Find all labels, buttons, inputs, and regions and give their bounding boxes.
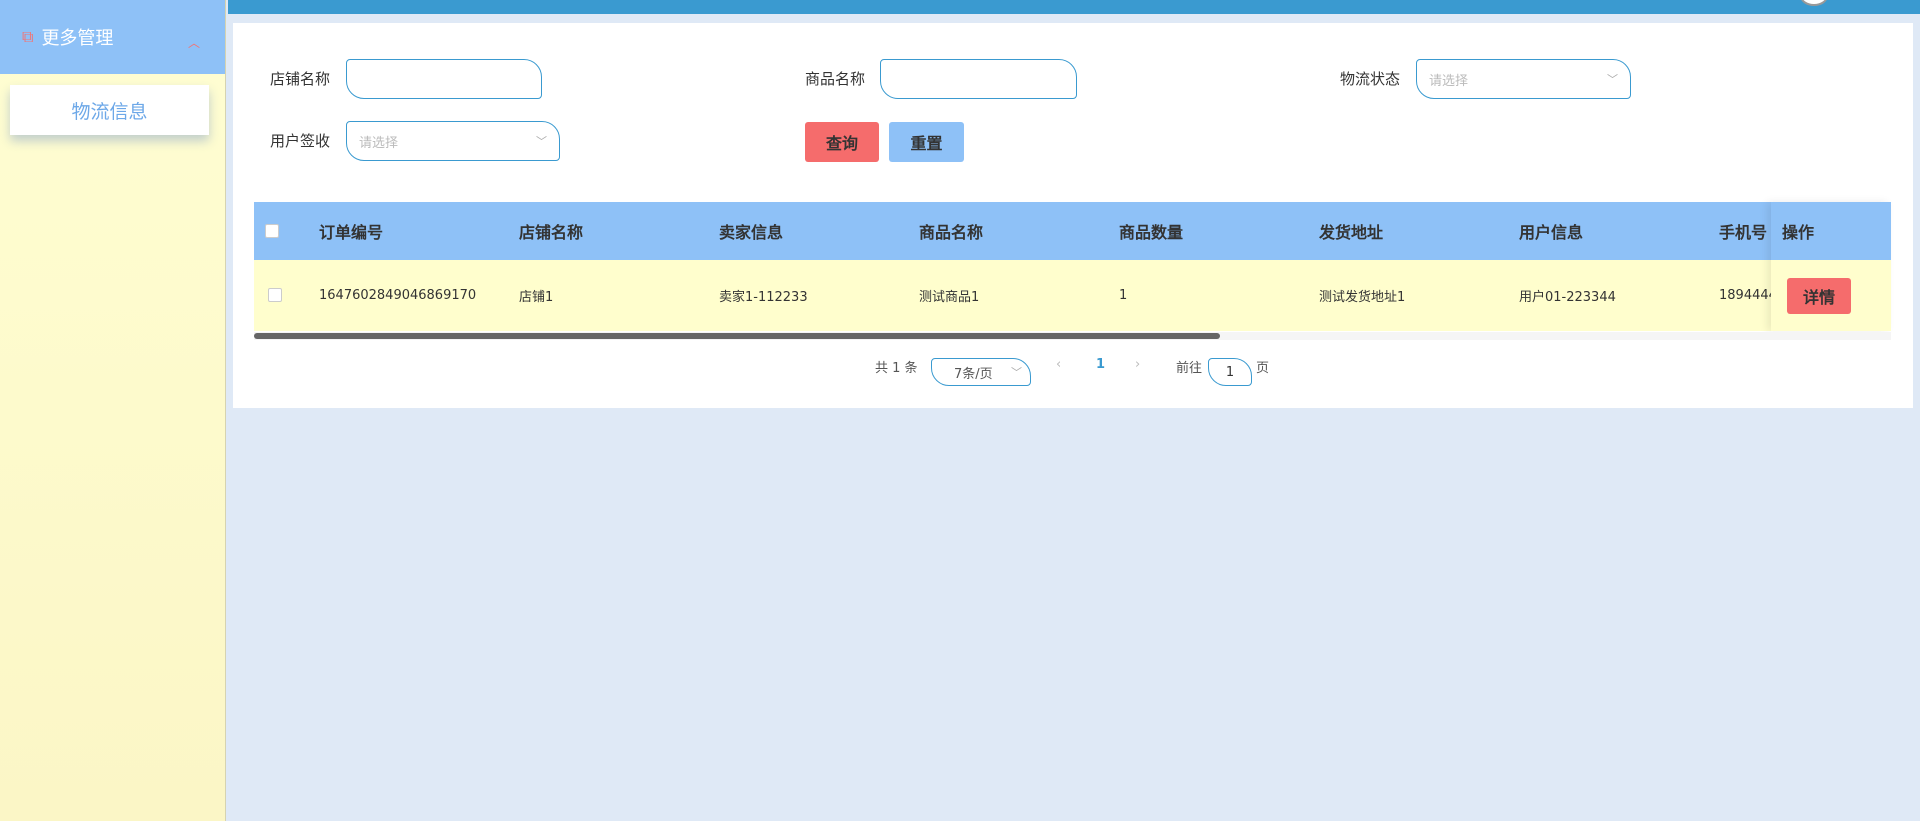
query-button[interactable]: 查询 bbox=[805, 122, 879, 162]
detail-button[interactable]: 详情 bbox=[1787, 278, 1851, 314]
goto-page-input[interactable]: 1 bbox=[1208, 358, 1252, 386]
cell-order-no: 1647602849046869170 bbox=[319, 288, 477, 303]
chevron-up-icon: ︿ bbox=[188, 36, 201, 50]
header-user-info: 用户信息 bbox=[1519, 223, 1584, 242]
operation-cell: 详情 bbox=[1771, 260, 1891, 331]
page-suffix-label: 页 bbox=[1256, 361, 1270, 376]
top-bar bbox=[228, 0, 1920, 14]
user-receipt-placeholder: 请选择 bbox=[359, 135, 399, 151]
logistics-status-placeholder: 请选择 bbox=[1429, 73, 1469, 89]
header-operation: 操作 bbox=[1771, 202, 1891, 260]
sidebar-menu-more-management[interactable]: ⧉ 更多管理 ︿ bbox=[0, 0, 225, 74]
pagination-total: 共 1 条 bbox=[875, 361, 918, 376]
row-checkbox[interactable] bbox=[268, 288, 282, 302]
scrollbar-thumb[interactable] bbox=[254, 333, 1220, 339]
chevron-down-icon: ﹀ bbox=[1011, 366, 1022, 379]
header-order-no: 订单编号 bbox=[319, 223, 384, 242]
logistics-status-label: 物流状态 bbox=[1340, 70, 1401, 88]
next-page-icon[interactable]: › bbox=[1135, 357, 1140, 372]
cell-shop-name: 店铺1 bbox=[519, 290, 554, 305]
page-size-select[interactable]: 7条/页 ﹀ bbox=[931, 358, 1031, 386]
cell-product-name: 测试商品1 bbox=[919, 290, 980, 305]
table-header: 订单编号 店铺名称 卖家信息 商品名称 商品数量 发货地址 用户信息 手机号 bbox=[254, 202, 1891, 260]
product-name-label: 商品名称 bbox=[805, 70, 866, 88]
header-ship-address: 发货地址 bbox=[1319, 223, 1384, 242]
chevron-down-icon: ﹀ bbox=[536, 135, 547, 148]
sidebar: ⧉ 更多管理 ︿ 物流信息 bbox=[0, 0, 226, 821]
header-product-name: 商品名称 bbox=[919, 223, 984, 242]
page-size-value: 7条/页 bbox=[954, 366, 993, 382]
table-horizontal-scrollbar[interactable] bbox=[254, 332, 1891, 340]
select-all-checkbox[interactable] bbox=[265, 224, 279, 238]
shop-name-label: 店铺名称 bbox=[270, 70, 331, 88]
cell-ship-address: 测试发货地址1 bbox=[1319, 290, 1406, 305]
goto-label: 前往 bbox=[1176, 361, 1203, 376]
header-phone: 手机号 bbox=[1719, 223, 1768, 242]
cell-user-info: 用户01-223344 bbox=[1519, 290, 1616, 305]
cell-seller-info: 卖家1-112233 bbox=[719, 290, 808, 305]
user-receipt-label: 用户签收 bbox=[270, 132, 331, 150]
table-row: 1647602849046869170 店铺1 卖家1-112233 测试商品1… bbox=[254, 260, 1891, 331]
chevron-down-icon: ﹀ bbox=[1607, 73, 1618, 86]
header-seller-info: 卖家信息 bbox=[719, 223, 784, 242]
copy-icon: ⧉ bbox=[22, 27, 34, 46]
reset-button[interactable]: 重置 bbox=[889, 122, 964, 162]
product-name-input[interactable] bbox=[880, 59, 1077, 99]
header-quantity: 商品数量 bbox=[1119, 223, 1184, 242]
current-page-number[interactable]: 1 bbox=[1096, 357, 1105, 372]
user-receipt-select[interactable]: 请选择 ﹀ bbox=[346, 121, 560, 161]
prev-page-icon[interactable]: ‹ bbox=[1056, 357, 1061, 372]
shop-name-input[interactable] bbox=[346, 59, 542, 99]
header-shop-name: 店铺名称 bbox=[519, 223, 584, 242]
logistics-status-select[interactable]: 请选择 ﹀ bbox=[1416, 59, 1631, 99]
cell-quantity: 1 bbox=[1119, 288, 1128, 303]
sidebar-item-logistics[interactable]: 物流信息 bbox=[10, 85, 209, 135]
sidebar-menu-label: 更多管理 bbox=[41, 28, 114, 49]
operation-column: 操作 详情 bbox=[1771, 202, 1891, 331]
